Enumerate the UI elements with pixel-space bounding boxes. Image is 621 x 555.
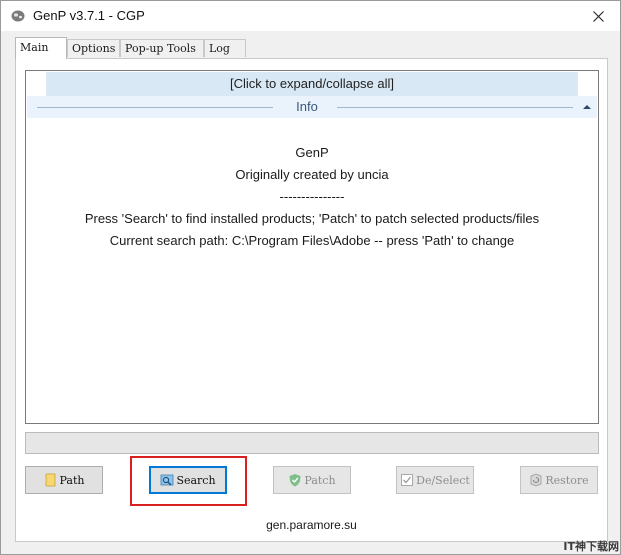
- chevron-up-icon[interactable]: [581, 101, 593, 113]
- restore-icon: [530, 473, 542, 487]
- info-section-header[interactable]: Info: [27, 96, 597, 118]
- app-window: GenP v3.7.1 - CGP Main Options Pop-up To…: [0, 0, 621, 555]
- deselect-button-label: De/Select: [416, 473, 470, 487]
- search-icon: [161, 474, 174, 486]
- close-button[interactable]: [576, 1, 620, 31]
- restore-button[interactable]: Restore: [520, 466, 598, 494]
- window-title: GenP v3.7.1 - CGP: [33, 8, 145, 23]
- section-divider-left: [37, 107, 273, 108]
- app-icon: [11, 10, 25, 22]
- tab-log[interactable]: Log: [204, 39, 246, 57]
- path-button[interactable]: Path: [25, 466, 103, 494]
- close-icon: [592, 10, 604, 22]
- progress-bar: [25, 432, 599, 454]
- patch-button-label: Patch: [304, 473, 336, 487]
- title-bar[interactable]: GenP v3.7.1 - CGP: [1, 1, 620, 31]
- info-separator: ---------------: [279, 189, 345, 204]
- expand-collapse-all-button[interactable]: [Click to expand/collapse all]: [46, 72, 578, 96]
- tab-options[interactable]: Options: [67, 39, 120, 57]
- watermark-text: IT神下载网: [563, 540, 619, 553]
- section-divider-right: [337, 107, 573, 108]
- info-credits: Originally created by uncia: [235, 167, 389, 182]
- info-section-title: Info: [296, 99, 318, 114]
- search-button-label: Search: [176, 473, 216, 487]
- footer-link[interactable]: gen.paramore.su: [16, 518, 607, 532]
- info-instructions: Press 'Search' to find installed product…: [84, 211, 540, 226]
- tab-popup-tools[interactable]: Pop-up Tools: [120, 39, 204, 57]
- path-button-label: Path: [59, 473, 85, 487]
- deselect-button[interactable]: De/Select: [396, 466, 474, 494]
- patch-button[interactable]: Patch: [273, 466, 351, 494]
- info-search-path: Current search path: C:\Program Files\Ad…: [109, 233, 515, 248]
- search-button[interactable]: Search: [149, 466, 227, 494]
- info-app-name: GenP: [295, 145, 329, 160]
- tab-main[interactable]: Main: [15, 37, 67, 59]
- folder-icon: [45, 473, 55, 487]
- checklist-icon: [401, 474, 414, 486]
- shield-check-icon: [289, 474, 301, 487]
- restore-button-label: Restore: [545, 473, 589, 487]
- main-tab-panel: [Click to expand/collapse all] Info GenP…: [15, 58, 608, 542]
- info-box: [Click to expand/collapse all] Info GenP…: [25, 70, 599, 424]
